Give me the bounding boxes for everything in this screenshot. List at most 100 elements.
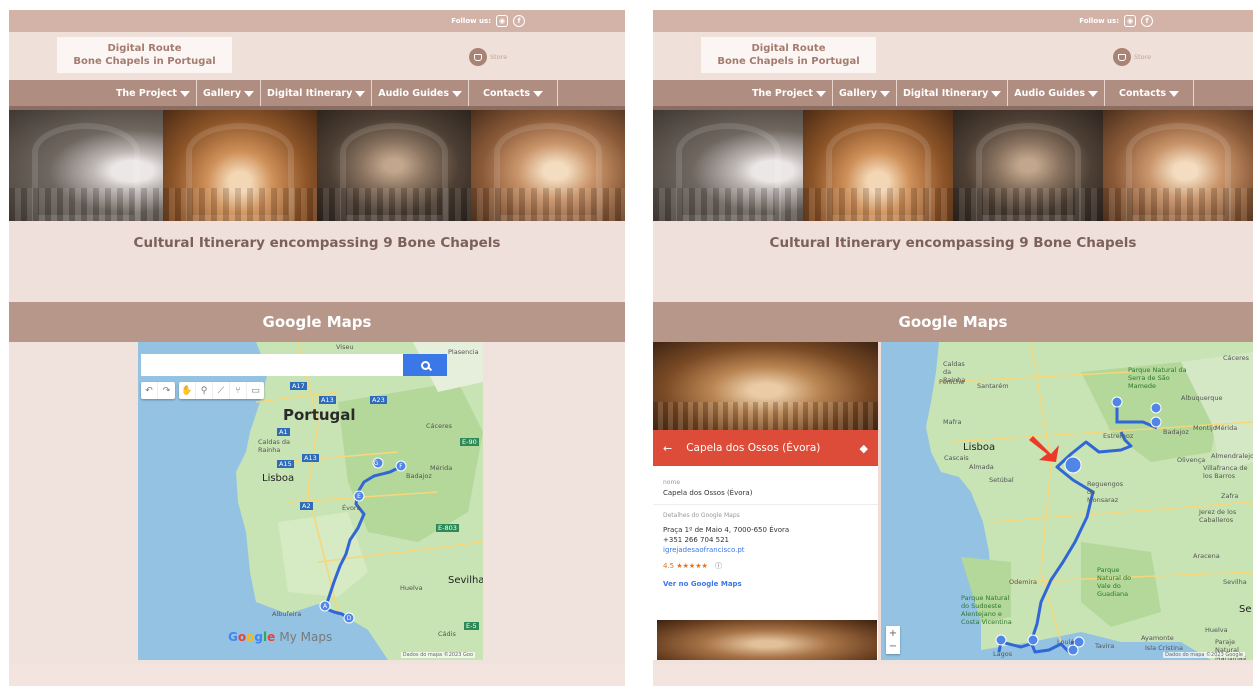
banner-photo-2: [803, 110, 953, 221]
svg-text:E: E: [357, 493, 361, 500]
nav-item-gallery[interactable]: Gallery: [197, 80, 262, 106]
map-label: Albuquerque: [1181, 394, 1223, 402]
embedded-map[interactable]: Cáceres Caldas da Rainha Parque Natural …: [881, 342, 1253, 660]
caret-down-icon: [452, 91, 462, 97]
redo-icon[interactable]: ↷: [158, 382, 175, 399]
banner-photo-3: [317, 110, 471, 221]
tagline-section: Cultural Itinerary encompassing 9 Bone C…: [653, 221, 1253, 302]
map-label: Tavira: [1095, 642, 1115, 650]
name-field-label: nome: [663, 479, 681, 486]
nav-label: The Project: [751, 87, 813, 99]
caret-down-icon: [244, 91, 255, 97]
hero-banner: [653, 106, 1253, 221]
map-label: Odemira: [1009, 578, 1038, 586]
nav-item-audio-guides[interactable]: Audio Guides: [372, 80, 469, 106]
shopping-bag-icon: [1113, 48, 1131, 66]
map-pins: [995, 396, 1162, 656]
map-label: Parque Natural do Sudoeste Alentejano e …: [961, 594, 1012, 626]
map-search-button[interactable]: [403, 354, 447, 376]
road-label: A13: [302, 454, 319, 462]
banner-photo-2: [163, 110, 317, 221]
marker-icon[interactable]: ⚲: [196, 382, 213, 399]
site-logo[interactable]: Digital Route Bone Chapels in Portugal: [701, 37, 876, 73]
caret-down-icon: [355, 91, 366, 97]
view-on-google-maps-link[interactable]: Ver no Google Maps: [663, 579, 868, 589]
banner-photo-1: [653, 110, 803, 221]
pin-marker-icon: [1073, 636, 1085, 648]
map-attribution: Dados do mapa ©2023 Google: [1163, 652, 1245, 658]
road-label: A15: [277, 460, 294, 468]
hand-icon[interactable]: ✋: [179, 382, 196, 399]
zoom-out-icon[interactable]: −: [889, 640, 897, 653]
google-maps-heading: Google Maps: [653, 302, 1253, 342]
site-logo[interactable]: Digital Route Bone Chapels in Portugal: [57, 37, 232, 73]
map-section: G F E A D ↶ ↷ ✋ ⚲ ⟋ ⑂ ▭ Viseu Plasencia …: [9, 342, 625, 664]
map-label: Parque Natural da Serra de São Mamede: [1128, 366, 1187, 390]
map-label: Peniche: [939, 378, 965, 386]
google-maps-heading: Google Maps: [9, 302, 625, 342]
undo-icon[interactable]: ↶: [141, 382, 158, 399]
map-label: Cáceres: [1223, 354, 1250, 362]
nav-item-contacts[interactable]: Contacts: [469, 80, 559, 106]
nav-item-contacts[interactable]: Contacts: [1105, 80, 1195, 106]
place-photo-2[interactable]: [657, 620, 877, 660]
map-label: Lisboa: [262, 473, 295, 484]
info-icon[interactable]: ⓘ: [715, 562, 722, 570]
place-photo[interactable]: [653, 342, 878, 430]
map-toolbar: ↶ ↷ ✋ ⚲ ⟋ ⑂ ▭: [141, 382, 264, 399]
map-label: Mafra: [943, 418, 962, 426]
map-label: Albufeira: [272, 610, 302, 618]
zoom-in-icon[interactable]: +: [889, 627, 897, 640]
map-label: Jerez de los Caballeros: [1199, 508, 1237, 524]
nav-item-gallery[interactable]: Gallery: [833, 80, 898, 106]
road-label: A13: [319, 396, 336, 404]
nav-item-digital-itinerary[interactable]: Digital Itinerary: [261, 80, 373, 106]
facebook-icon[interactable]: f: [1141, 15, 1153, 27]
ruler-icon[interactable]: ▭: [247, 382, 264, 399]
nav-label: Contacts: [483, 87, 531, 99]
search-icon: [420, 360, 430, 370]
road-label: A2: [300, 502, 313, 510]
map-label: Ayamonte: [1141, 634, 1174, 642]
draw-line-icon[interactable]: ⟋: [213, 382, 230, 399]
address: Praça 1º de Maio 4, 7000-650 Évora: [663, 526, 790, 534]
website-link[interactable]: igrejadesaofrancisco.pt: [663, 545, 868, 555]
logo-line-1: Digital Route: [107, 43, 182, 54]
map-label: Setúbal: [989, 476, 1014, 484]
map-label: Montijo: [1193, 424, 1217, 432]
embedded-my-maps[interactable]: G F E A D ↶ ↷ ✋ ⚲ ⟋ ⑂ ▭ Viseu Plasencia …: [138, 342, 483, 660]
place-details-panel: ← Capela dos Ossos (Évora) ◆ nome Capela…: [653, 342, 881, 660]
banner-photo-4: [471, 110, 625, 221]
map-label: Mérida: [1215, 424, 1238, 432]
hero-banner: [9, 106, 625, 221]
my-maps-text: My Maps: [279, 630, 333, 644]
nav-item-digital-itinerary[interactable]: Digital Itinerary: [897, 80, 1009, 106]
back-arrow-icon[interactable]: ←: [663, 442, 672, 455]
map-label: Zafra: [1221, 492, 1239, 500]
follow-label: Follow us:: [451, 17, 491, 25]
red-arrow-icon: [1029, 436, 1059, 462]
store-link[interactable]: Store: [469, 48, 507, 66]
store-link[interactable]: Store: [1113, 48, 1151, 66]
map-label: Badajoz: [1163, 428, 1189, 436]
banner-photo-4: [1103, 110, 1253, 221]
directions-icon[interactable]: ⑂: [230, 382, 247, 399]
nav-item-audio-guides[interactable]: Audio Guides: [1008, 80, 1105, 106]
instagram-icon[interactable]: ◉: [1124, 15, 1136, 27]
map-search-input[interactable]: [141, 354, 403, 376]
directions-icon[interactable]: ◆: [860, 442, 868, 455]
place-header: ← Capela dos Ossos (Évora) ◆: [653, 430, 878, 466]
nav-label: Digital Itinerary: [267, 87, 353, 99]
svg-text:D: D: [347, 615, 352, 622]
instagram-icon[interactable]: ◉: [496, 15, 508, 27]
logo-line-1: Digital Route: [751, 43, 826, 54]
map-label: Huelva: [400, 584, 423, 592]
facebook-icon[interactable]: f: [513, 15, 525, 27]
map-label: Viseu: [336, 343, 354, 351]
place-title: Capela dos Ossos (Évora): [686, 442, 821, 454]
site-header: Digital Route Bone Chapels in Portugal S…: [9, 32, 625, 80]
nav-item-the-project[interactable]: The Project: [116, 80, 197, 106]
nav-label: Gallery: [838, 87, 878, 99]
nav-item-the-project[interactable]: The Project: [752, 80, 833, 106]
logo-line-2: Bone Chapels in Portugal: [73, 56, 216, 67]
